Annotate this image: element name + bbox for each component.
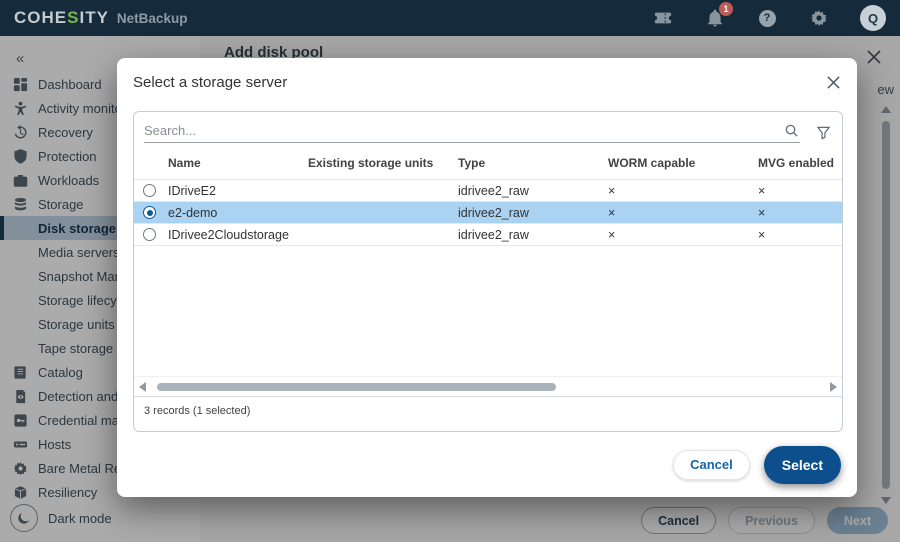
table-header-row: NameExisting storage unitsTypeWORM capab…: [134, 146, 842, 180]
table-horizontal-scrollbar[interactable]: [134, 376, 842, 396]
cell-mvg-enabled: ×: [758, 228, 842, 242]
scroll-right-arrow-icon[interactable]: [830, 382, 837, 392]
search-input[interactable]: [144, 123, 782, 138]
select-storage-server-dialog: Select a storage server NameExisting sto…: [117, 58, 857, 497]
row-radio[interactable]: [143, 228, 156, 241]
horizontal-scroll-thumb[interactable]: [157, 383, 556, 391]
scroll-left-arrow-icon[interactable]: [139, 382, 146, 392]
dialog-title: Select a storage server: [133, 74, 287, 91]
help-icon[interactable]: ?: [756, 7, 778, 29]
settings-gear-icon[interactable]: [808, 7, 830, 29]
horizontal-scroll-track[interactable]: [150, 383, 826, 391]
search-field: [144, 121, 800, 143]
column-header-existing-storage-units: Existing storage units: [308, 156, 458, 170]
dialog-close-icon[interactable]: [826, 75, 841, 90]
table-row-e2-demo[interactable]: e2-demoidrivee2_raw××: [134, 202, 842, 224]
cell-worm-capable: ×: [608, 206, 758, 220]
table-row-idrivee2[interactable]: IDriveE2idrivee2_raw××: [134, 180, 842, 202]
table-empty-area: [134, 246, 842, 376]
column-header-name: Name: [168, 156, 308, 170]
top-app-bar: COHESITY NetBackup 1 ? Q: [0, 0, 900, 36]
row-radio-selected[interactable]: [143, 206, 156, 219]
dialog-footer: Cancel Select: [117, 432, 857, 497]
cell-type: idrivee2_raw: [458, 184, 608, 198]
column-header-type: Type: [458, 156, 608, 170]
notifications-bell-icon[interactable]: 1: [704, 7, 726, 29]
cell-name: IDrivee2Cloudstorage: [168, 228, 308, 242]
cell-name: e2-demo: [168, 206, 308, 220]
cell-name: IDriveE2: [168, 184, 308, 198]
notification-count-badge: 1: [719, 2, 733, 16]
cell-worm-capable: ×: [608, 228, 758, 242]
user-avatar[interactable]: Q: [860, 5, 886, 31]
column-header-mvg-enabled: MVG enabled: [758, 156, 842, 170]
cohesity-logo: COHESITY: [14, 8, 109, 28]
cell-mvg-enabled: ×: [758, 184, 842, 198]
dialog-select-button[interactable]: Select: [764, 446, 841, 484]
filter-icon[interactable]: [814, 123, 832, 141]
column-header-worm-capable: WORM capable: [608, 156, 758, 170]
row-radio[interactable]: [143, 184, 156, 197]
record-summary: 3 records (1 selected): [134, 396, 842, 431]
brand-logo: COHESITY NetBackup: [14, 8, 187, 28]
cell-type: idrivee2_raw: [458, 206, 608, 220]
cell-type: idrivee2_raw: [458, 228, 608, 242]
table-body: IDriveE2idrivee2_raw××e2-demoidrivee2_ra…: [134, 180, 842, 246]
dialog-cancel-button[interactable]: Cancel: [673, 450, 750, 480]
cell-mvg-enabled: ×: [758, 206, 842, 220]
product-name: NetBackup: [117, 11, 188, 26]
table-row-idrivee2cloudstorage[interactable]: IDrivee2Cloudstorageidrivee2_raw××: [134, 224, 842, 246]
cell-worm-capable: ×: [608, 184, 758, 198]
search-icon[interactable]: [782, 121, 800, 139]
tickets-icon[interactable]: [652, 7, 674, 29]
storage-server-table: NameExisting storage unitsTypeWORM capab…: [133, 111, 843, 432]
